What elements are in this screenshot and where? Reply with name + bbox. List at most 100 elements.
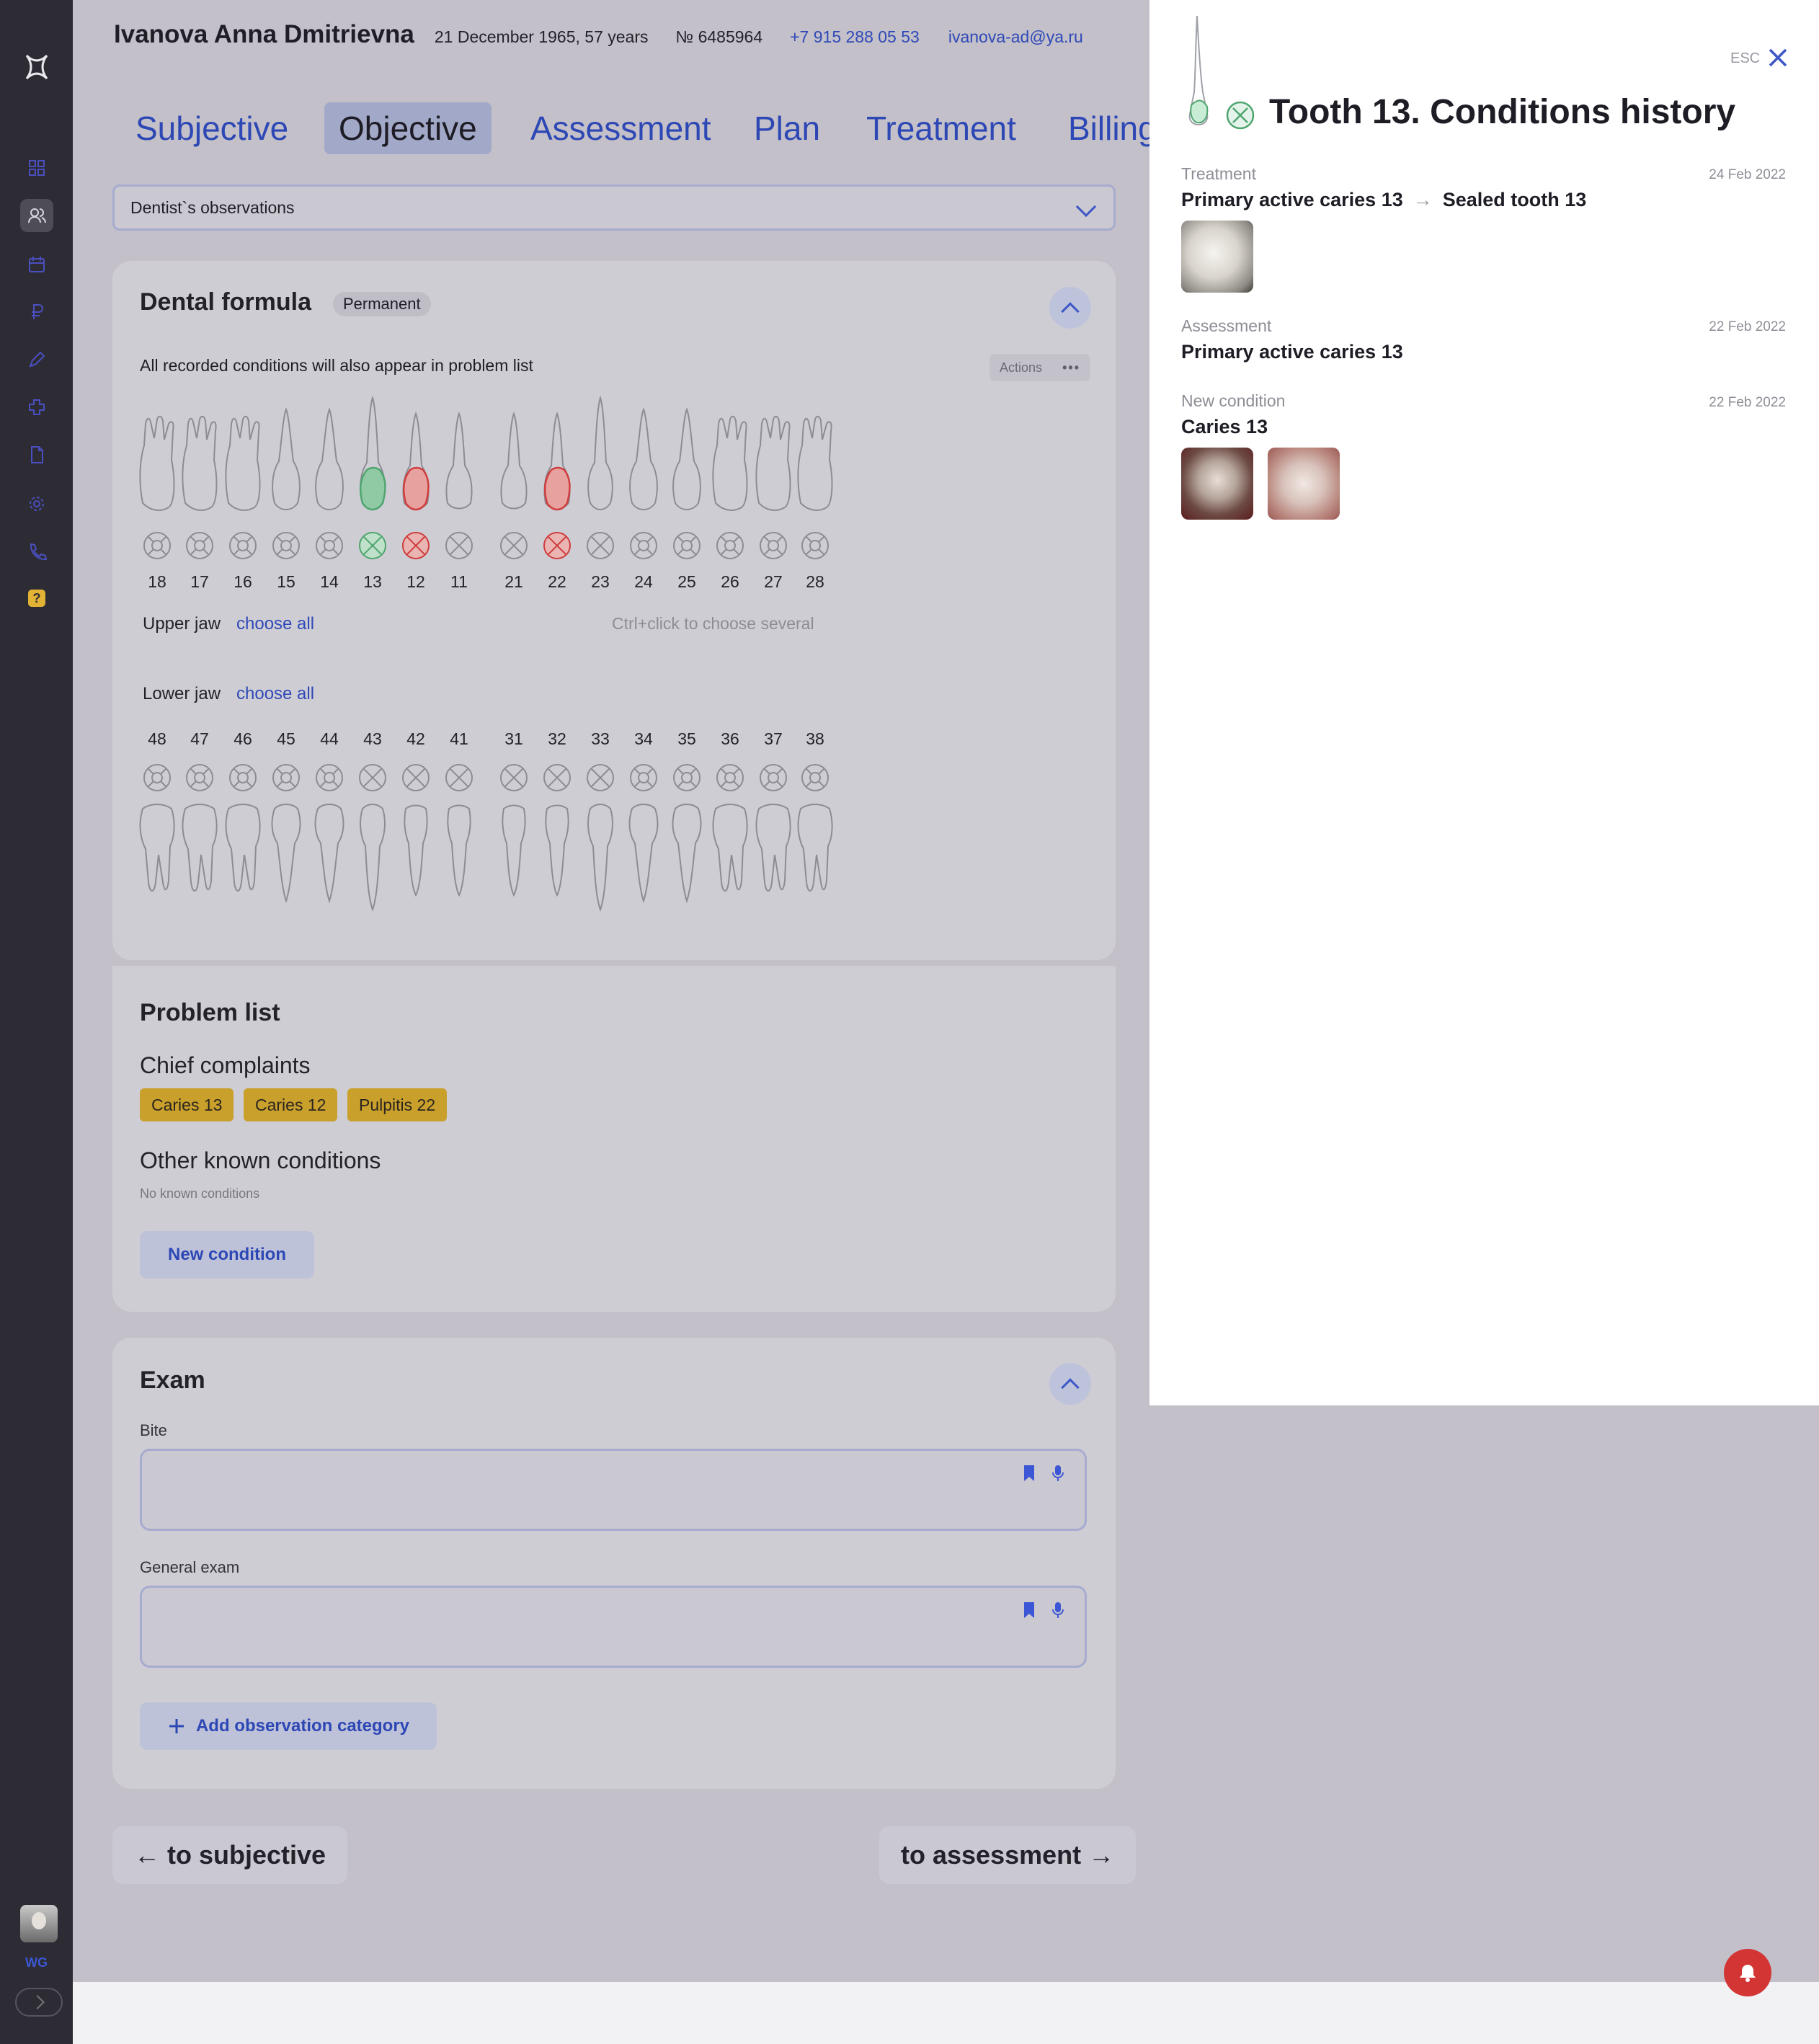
tooth-45-status-icon[interactable]	[270, 762, 302, 794]
tooth-34-status-icon[interactable]	[628, 762, 659, 794]
tooth-27[interactable]	[753, 395, 793, 515]
general-exam-label: General exam	[140, 1558, 240, 1576]
complaint-chip[interactable]: Caries 12	[244, 1088, 338, 1121]
tooth-28[interactable]	[795, 395, 835, 515]
tooth-38[interactable]	[795, 801, 835, 921]
upper-choose-all-link[interactable]: choose all	[236, 614, 314, 634]
panel-title: Tooth 13. Conditions history	[1269, 93, 1736, 131]
tooth-35[interactable]	[667, 801, 707, 921]
tooth-44-status-icon[interactable]	[313, 762, 345, 794]
tooth-47[interactable]	[179, 801, 220, 921]
tooth-11-status-icon[interactable]	[443, 530, 475, 561]
tooth-25-status-icon[interactable]	[671, 530, 703, 561]
tooth-15[interactable]	[266, 395, 306, 515]
tooth-48-status-icon[interactable]	[141, 762, 173, 794]
general-exam-input[interactable]	[140, 1586, 1087, 1668]
tooth-22[interactable]	[537, 395, 577, 515]
tooth-22-status-icon[interactable]	[541, 530, 573, 561]
tooth-21-status-icon[interactable]	[498, 530, 530, 561]
chevron-up-icon	[1061, 1377, 1080, 1397]
bookmark-icon[interactable]	[1021, 1601, 1037, 1619]
chevron-right-icon	[30, 1995, 45, 2009]
tooth-36-status-icon[interactable]	[714, 762, 746, 794]
tooth-37-status-icon[interactable]	[757, 762, 789, 794]
close-icon[interactable]	[1766, 46, 1789, 69]
tooth-35-status-icon[interactable]	[671, 762, 703, 794]
tooth-42[interactable]	[396, 801, 436, 921]
tooth-47-status-icon[interactable]	[184, 762, 215, 794]
complaint-chip[interactable]: Caries 13	[140, 1088, 234, 1121]
to-assessment-button[interactable]: to assessment →	[879, 1826, 1137, 1884]
tooth-16-status-icon[interactable]	[227, 530, 259, 561]
add-observation-category-button[interactable]: Add observation category	[140, 1702, 437, 1750]
collapse-exam-button[interactable]	[1049, 1363, 1091, 1405]
tooth-25[interactable]	[667, 395, 707, 515]
complaint-chip[interactable]: Pulpitis 22	[347, 1088, 448, 1121]
tooth-41-status-icon[interactable]	[443, 762, 475, 794]
tooth-number: 32	[548, 729, 566, 748]
tooth-32[interactable]	[537, 801, 577, 921]
tooth-23-status-icon[interactable]	[584, 530, 616, 561]
bite-label: Bite	[140, 1421, 167, 1439]
bookmark-icon[interactable]	[1021, 1464, 1037, 1483]
tooth-38-status-icon[interactable]	[799, 762, 831, 794]
to-subjective-button[interactable]: ← to subjective	[112, 1826, 348, 1884]
tooth-43-status-icon[interactable]	[357, 762, 388, 794]
new-condition-button[interactable]: New condition	[140, 1231, 314, 1279]
tooth-number: 14	[320, 572, 339, 591]
user-avatar[interactable]	[20, 1905, 58, 1942]
tooth-24[interactable]	[623, 395, 664, 515]
microphone-icon[interactable]	[1050, 1601, 1066, 1619]
tooth-33[interactable]	[580, 801, 621, 921]
tooth-41[interactable]	[439, 801, 479, 921]
tooth-13[interactable]	[352, 395, 393, 515]
tooth-number: 42	[406, 729, 425, 748]
tooth-33-status-icon[interactable]	[584, 762, 616, 794]
tooth-27-status-icon[interactable]	[757, 530, 789, 561]
tooth-42-status-icon[interactable]	[400, 762, 432, 794]
tooth-37[interactable]	[753, 801, 793, 921]
history-date: 22 Feb 2022	[1709, 395, 1786, 410]
tooth-46-status-icon[interactable]	[227, 762, 259, 794]
tooth-13-status-icon[interactable]	[357, 530, 388, 561]
tooth-21[interactable]	[494, 395, 534, 515]
tooth-46[interactable]	[223, 801, 263, 921]
tooth-43[interactable]	[352, 801, 393, 921]
tooth-12[interactable]	[396, 395, 436, 515]
lower-choose-all-link[interactable]: choose all	[236, 684, 314, 704]
tooth-12-status-icon[interactable]	[400, 530, 432, 561]
tooth-photo[interactable]	[1181, 448, 1253, 520]
bite-input[interactable]	[140, 1449, 1087, 1531]
tooth-14[interactable]	[309, 395, 350, 515]
tooth-32-status-icon[interactable]	[541, 762, 573, 794]
tooth-photo[interactable]	[1181, 221, 1253, 293]
tooth-23[interactable]	[580, 395, 621, 515]
tooth-31-status-icon[interactable]	[498, 762, 530, 794]
tooth-45[interactable]	[266, 801, 306, 921]
tooth-18-status-icon[interactable]	[141, 530, 173, 561]
tooth-26-status-icon[interactable]	[714, 530, 746, 561]
expand-sidebar-button[interactable]	[15, 1988, 63, 2017]
tooth-24-status-icon[interactable]	[628, 530, 659, 561]
tooth-44[interactable]	[309, 801, 350, 921]
tooth-11[interactable]	[439, 395, 479, 515]
tooth-34[interactable]	[623, 801, 664, 921]
problem-list-title: Problem list	[140, 999, 280, 1026]
tooth-28-status-icon[interactable]	[799, 530, 831, 561]
tooth-17[interactable]	[179, 395, 220, 515]
tooth-36[interactable]	[710, 801, 750, 921]
tooth-31[interactable]	[494, 801, 534, 921]
tooth-number: 13	[363, 572, 382, 591]
tooth-17-status-icon[interactable]	[184, 530, 215, 561]
tooth-14-status-icon[interactable]	[313, 530, 345, 561]
tooth-26[interactable]	[710, 395, 750, 515]
multi-select-hint: Ctrl+click to choose several	[612, 614, 814, 633]
tooth-15-status-icon[interactable]	[270, 530, 302, 561]
tooth-13-icon	[1188, 15, 1209, 125]
tooth-48[interactable]	[137, 801, 177, 921]
tooth-photo[interactable]	[1268, 448, 1340, 520]
tooth-18[interactable]	[137, 395, 177, 515]
microphone-icon[interactable]	[1050, 1464, 1066, 1483]
notifications-button[interactable]	[1724, 1949, 1771, 1996]
tooth-16[interactable]	[223, 395, 263, 515]
